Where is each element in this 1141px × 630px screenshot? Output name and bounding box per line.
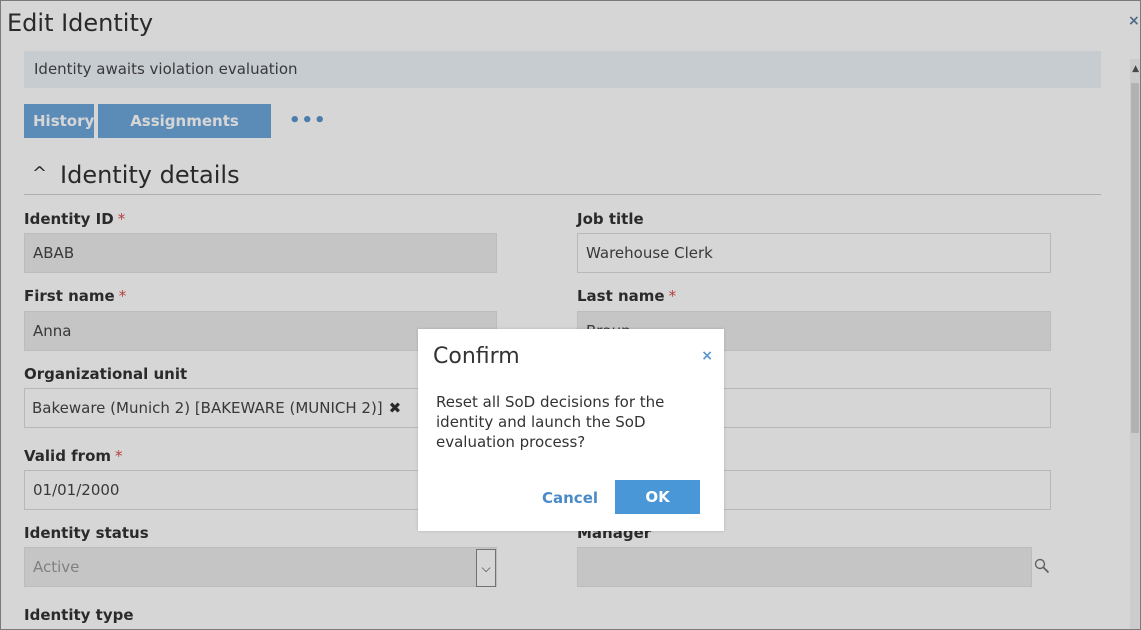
cancel-button[interactable]: Cancel xyxy=(542,489,598,507)
edit-identity-window: Edit Identity × Identity awaits violatio… xyxy=(0,0,1141,630)
dialog-title: Confirm xyxy=(433,344,520,369)
dialog-close-icon[interactable]: × xyxy=(701,349,713,363)
dialog-message: Reset all SoD decisions for the identity… xyxy=(436,393,665,451)
confirm-dialog: Confirm × Reset all SoD decisions for th… xyxy=(418,329,724,531)
modal-backdrop xyxy=(1,1,1140,629)
ok-button[interactable]: OK xyxy=(615,480,700,514)
